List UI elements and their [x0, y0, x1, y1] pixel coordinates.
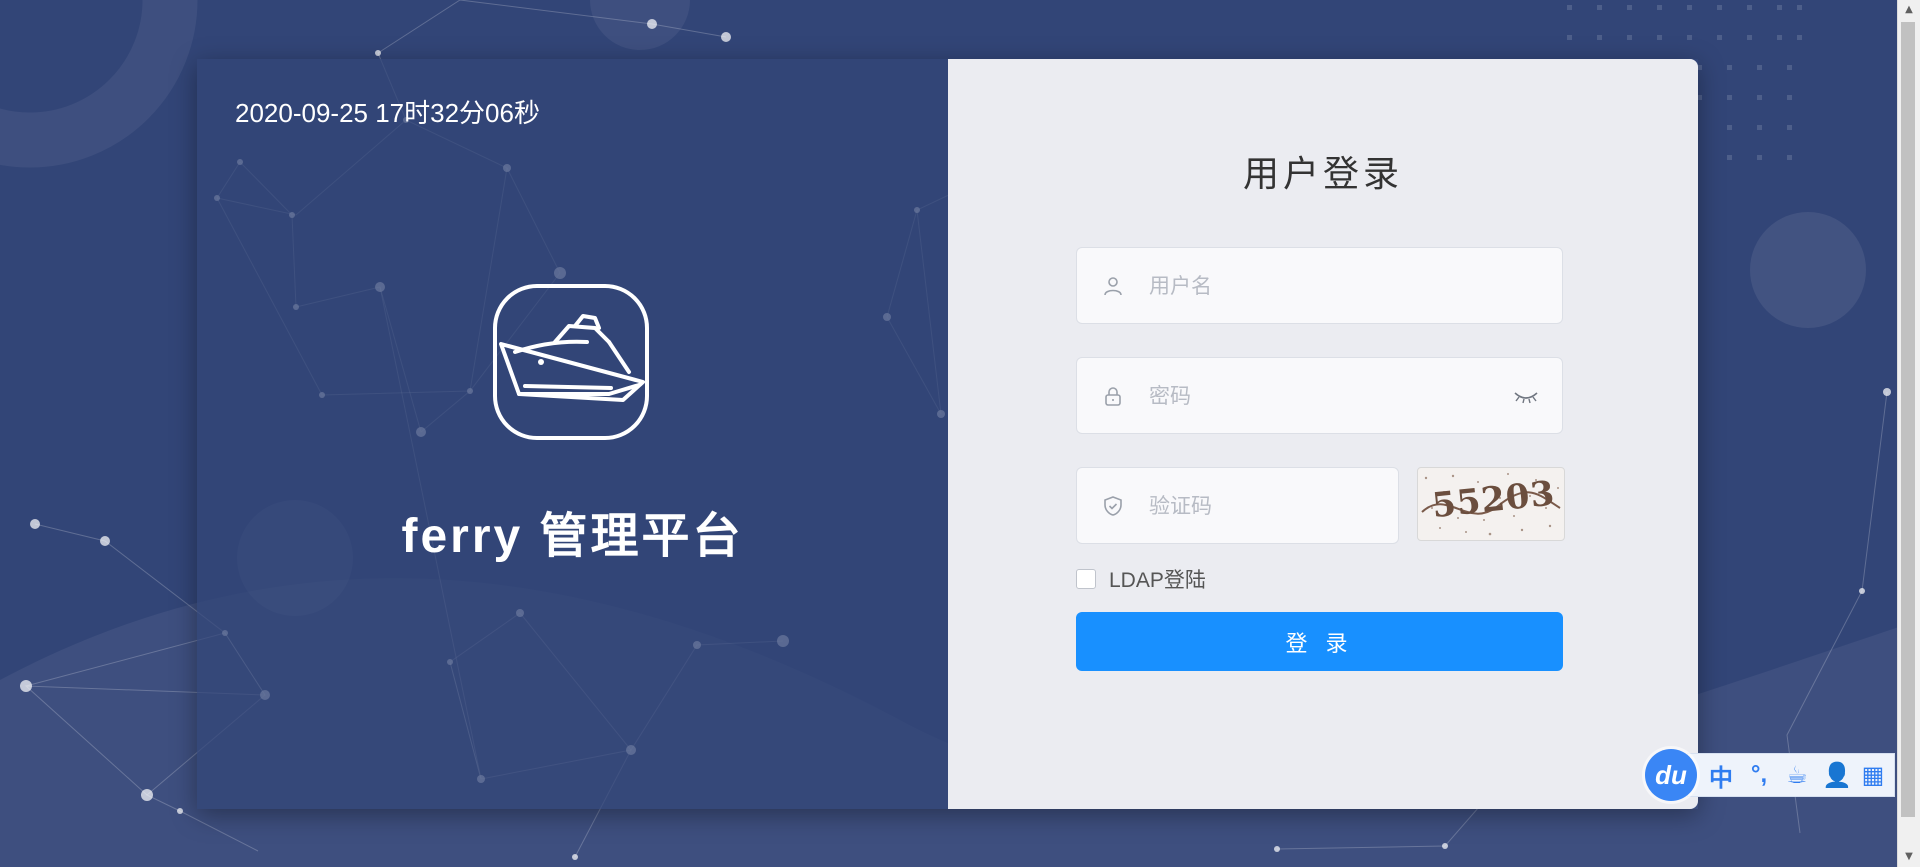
lock-icon [1105, 387, 1121, 406]
login-panel: 用户登录 用户名 验证码 55203 LDAP登陆 登 录 [948, 59, 1698, 809]
ship-logo-icon [493, 284, 649, 440]
login-title: 用户登录 [1242, 153, 1403, 194]
password-field [1076, 357, 1563, 435]
baidu-ime-logo[interactable]: du [1645, 749, 1697, 801]
ime-toolbar-bar: 中 °, ☕ 👤 ▦ [1687, 753, 1895, 797]
ime-skin-icon[interactable]: ☕ [1784, 761, 1810, 790]
username-field [1076, 247, 1563, 325]
login-card: 2020-09-25 17时32分06秒 ferry 管理平台 用户登录 用户名… [197, 59, 1698, 809]
ime-toolbar: du 中 °, ☕ 👤 ▦ [1645, 747, 1895, 803]
username-input[interactable] [1147, 248, 1511, 325]
ime-punctuation-icon[interactable]: °, [1746, 761, 1772, 789]
vertical-scrollbar[interactable]: ▲ ▼ [1897, 0, 1920, 867]
ldap-checkbox-label: LDAP登陆 [1109, 569, 1206, 592]
login-button[interactable]: 登 录 [1076, 612, 1563, 671]
scroll-down-arrow-icon[interactable]: ▼ [1898, 847, 1920, 867]
user-icon [1104, 277, 1122, 296]
scrollbar-thumb[interactable] [1901, 22, 1915, 817]
captcha-input[interactable] [1147, 468, 1381, 545]
scroll-up-arrow-icon[interactable]: ▲ [1898, 0, 1920, 20]
eye-closed-icon[interactable] [1512, 384, 1540, 408]
captcha-field [1076, 467, 1399, 545]
ldap-checkbox[interactable]: LDAP登陆 [1076, 567, 1206, 592]
password-input[interactable] [1147, 358, 1511, 435]
ime-user-icon[interactable]: 👤 [1822, 761, 1852, 790]
ime-menu-icon[interactable]: ▦ [1860, 761, 1886, 790]
shield-icon [1104, 496, 1122, 516]
platform-name: ferry 管理平台 [401, 510, 744, 563]
brand-panel: 2020-09-25 17时32分06秒 ferry 管理平台 [197, 59, 948, 809]
ldap-checkbox-box[interactable] [1076, 569, 1096, 589]
captcha-image[interactable]: 55203 [1417, 467, 1565, 541]
ime-chinese-mode-icon[interactable]: 中 [1708, 758, 1734, 793]
current-datetime: 2020-09-25 17时32分06秒 [235, 98, 540, 128]
